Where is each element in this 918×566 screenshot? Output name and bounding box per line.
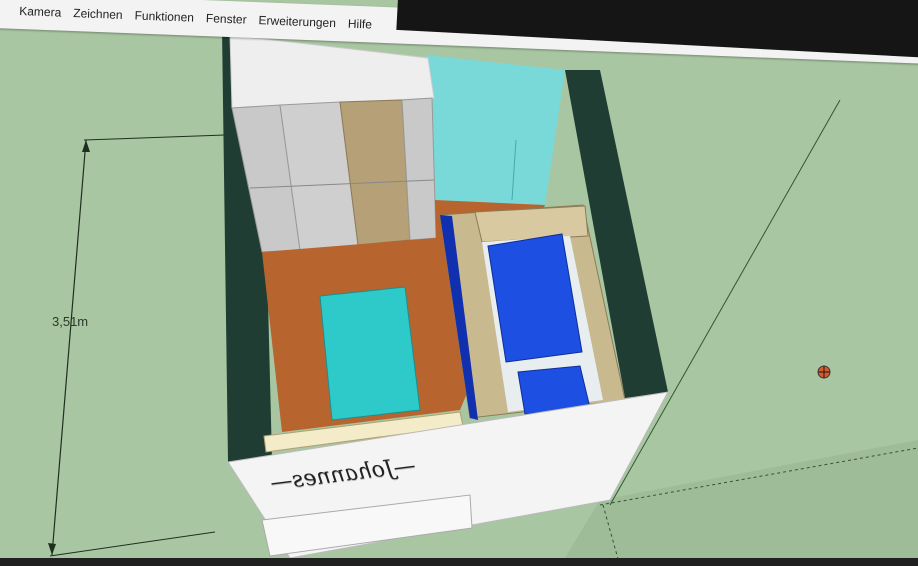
- 3d-viewport[interactable]: [0, 0, 918, 566]
- menu-item-hilfe[interactable]: Hilfe: [348, 17, 373, 32]
- menu-item-zeichnen[interactable]: Zeichnen: [73, 6, 123, 22]
- menu-item-funktionen[interactable]: Funktionen: [134, 8, 194, 24]
- menu-item-fenster[interactable]: Fenster: [206, 11, 247, 27]
- axis-origin-icon: [817, 365, 831, 379]
- bed-headboard: [474, 205, 589, 243]
- menu-item-erweiterungen[interactable]: Erweiterungen: [258, 13, 336, 30]
- sketchup-window: —Johannes— 3,51m Kamera Zeichnen Funktio…: [0, 0, 918, 566]
- back-wall-glass: [425, 55, 565, 205]
- monitor-bezel-bottom: [0, 558, 918, 566]
- rug: [319, 286, 421, 421]
- dimension-label: 3,51m: [52, 314, 89, 329]
- menu-item-kamera[interactable]: Kamera: [19, 4, 62, 20]
